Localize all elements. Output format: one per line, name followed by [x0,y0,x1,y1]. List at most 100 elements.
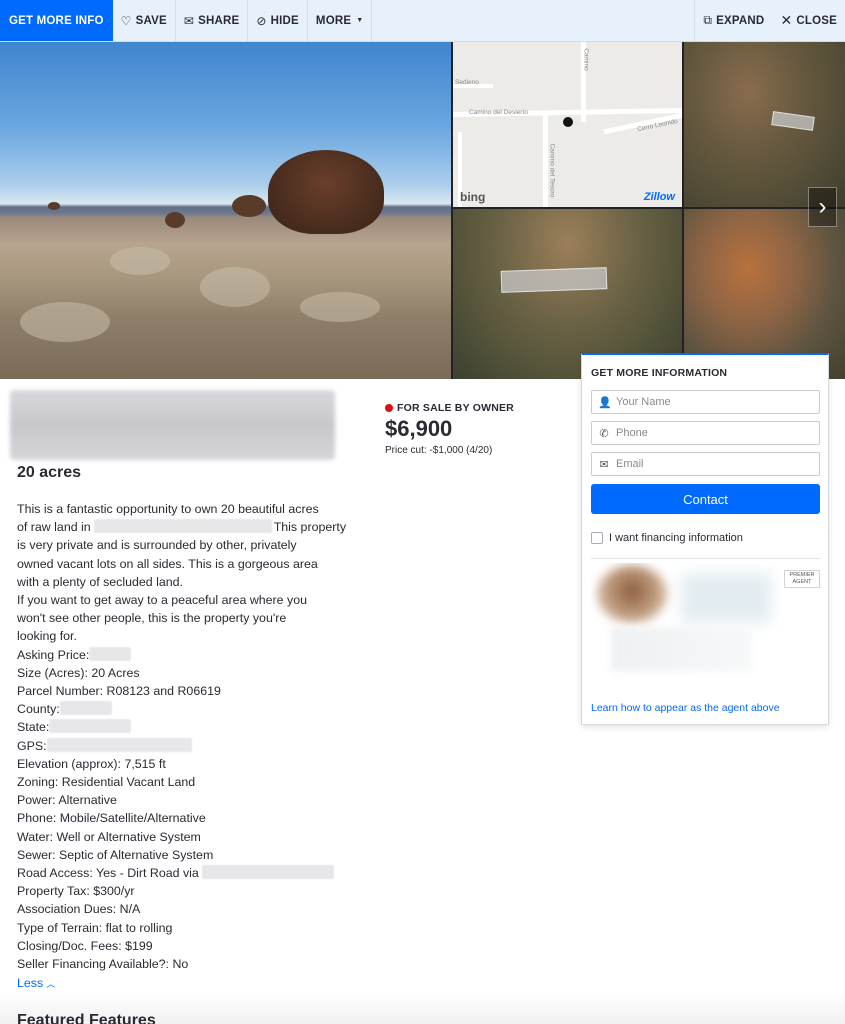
bush [48,202,60,210]
panel-title: GET MORE INFORMATION [591,367,728,379]
heart-icon: ♡ [120,13,132,28]
hide-button[interactable]: ⊘ HIDE [248,0,308,41]
get-more-info-button[interactable]: GET MORE INFO [0,0,113,41]
expand-button[interactable]: ⧉ EXPAND [694,0,772,41]
location-pin [563,117,573,127]
name-field[interactable]: 👤 [591,390,820,414]
share-button[interactable]: ✉ SHARE [176,0,249,41]
fact-text: Road Access: Yes - Dirt Road via [17,866,199,881]
fact-dues: Association Dues: N/A [17,902,141,917]
description-line: with a plenty of secluded land. [17,574,184,589]
share-label: SHARE [198,14,240,27]
fact-text: GPS: [17,738,47,753]
save-button[interactable]: ♡ SAVE [113,0,176,41]
acres-heading: 20 acres [17,464,82,481]
parcel-outline [771,111,815,131]
agent-avatar [597,565,667,623]
main-photo[interactable] [0,42,451,379]
name-input[interactable] [616,396,806,408]
redacted-text [89,646,132,661]
more-label: MORE [315,14,352,27]
description-line: looking for. [17,629,77,644]
description-text: This property [273,520,347,535]
juniper-tree [268,150,384,234]
photo-gallery: Sedieno Camino del Desierto Cerro Leonid… [0,42,845,379]
description-line: won't see other people, this is the prop… [17,611,287,626]
description-line: is very private and is surrounded by oth… [17,538,297,553]
fact-power: Power: Alternative [17,793,117,808]
fact-zoning: Zoning: Residential Vacant Land [17,775,196,790]
email-input[interactable] [616,458,806,470]
next-photo-button[interactable]: › [808,187,837,227]
fact-financing: Seller Financing Available?: No [17,957,189,972]
fact-elevation: Elevation (approx): 7,515 ft [17,756,166,771]
phone-input[interactable] [616,427,806,439]
phone-icon: ✆ [599,427,609,440]
map-road [543,112,548,207]
agent-tint [681,573,771,623]
financing-checkbox[interactable] [591,532,603,544]
fact-phone: Phone: Mobile/Satellite/Alternative [17,811,206,826]
fact-tax: Property Tax: $300/yr [17,884,135,899]
fact-closing: Closing/Doc. Fees: $199 [17,938,153,953]
redacted-text [93,519,272,534]
bush [165,212,185,228]
hide-icon: ⊘ [256,13,267,28]
map-thumbnail[interactable]: Sedieno Camino del Desierto Cerro Leonid… [453,42,682,207]
agent-info [611,627,751,671]
fact-sewer: Sewer: Septic of Alternative System [17,847,214,862]
listing-status: FOR SALE BY OWNER [385,402,514,414]
phone-field[interactable]: ✆ [591,421,820,445]
contact-panel: GET MORE INFORMATION 👤 ✆ ✉ Contact I wan… [581,353,829,725]
scrub [200,267,270,307]
fact-state: State: [17,718,367,736]
email-field[interactable]: ✉ [591,452,820,476]
description-line: owned vacant lots on all sides. This is … [17,556,318,571]
description-line: This is a fantastic opportunity to own 2… [17,502,319,516]
zillow-logo: Zillow [643,191,675,203]
hide-label: HIDE [270,14,299,27]
top-toolbar: GET MORE INFO ♡ SAVE ✉ SHARE ⊘ HIDE MORE ▼ ⧉… [0,0,845,42]
address-heading-redacted [10,390,335,460]
agent-card-redacted[interactable] [591,563,781,681]
scrub [110,247,170,275]
map-label: Camino [582,48,590,71]
contact-button[interactable]: Contact [591,484,820,514]
fact-county: County: [17,700,367,718]
price-cut: Price cut: -$1,000 (4/20) [385,445,493,456]
divider [591,558,820,559]
fact-water: Water: Well or Alternative System [17,829,201,844]
premier-agent-badge: PREMIER AGENT [784,570,820,588]
financing-label: I want financing information [609,532,743,544]
fact-size: Size (Acres): 20 Acres [17,665,140,680]
bush [232,195,266,217]
external-link-icon: ⧉ [703,13,713,27]
close-button[interactable]: ✕ CLOSE [772,0,845,41]
description-text: of raw land in [17,520,91,535]
next-section-heading: Featured Features [17,1012,156,1024]
financing-checkbox-row[interactable]: I want financing information [591,532,743,544]
close-icon: ✕ [780,12,793,28]
more-button[interactable]: MORE ▼ [308,0,373,41]
fact-text: Asking Price: [17,647,90,662]
chevron-right-icon: › [818,193,827,220]
scrub [20,302,110,342]
fact-road-access: Road Access: Yes - Dirt Road via [17,864,367,882]
learn-agent-link[interactable]: Learn how to appear as the agent above [591,702,780,714]
fact-gps: GPS: [17,737,367,755]
listing-description: This is a fantastic opportunity to own 2… [17,500,367,993]
envelope-icon: ✉ [599,458,609,471]
save-label: SAVE [135,14,167,27]
map-label: Camino del Desierto [469,109,528,116]
fact-text: County: [17,702,60,717]
aerial-photo[interactable] [684,42,845,207]
expand-label: EXPAND [716,14,765,27]
fact-terrain: Type of Terrain: flat to rolling [17,920,173,935]
parcel-outline [500,267,608,293]
redacted-text [59,701,112,716]
bing-logo: bing [460,190,486,204]
map-label: Sedieno [455,79,479,86]
status-dot-icon [385,404,393,412]
fact-text: State: [17,720,50,735]
